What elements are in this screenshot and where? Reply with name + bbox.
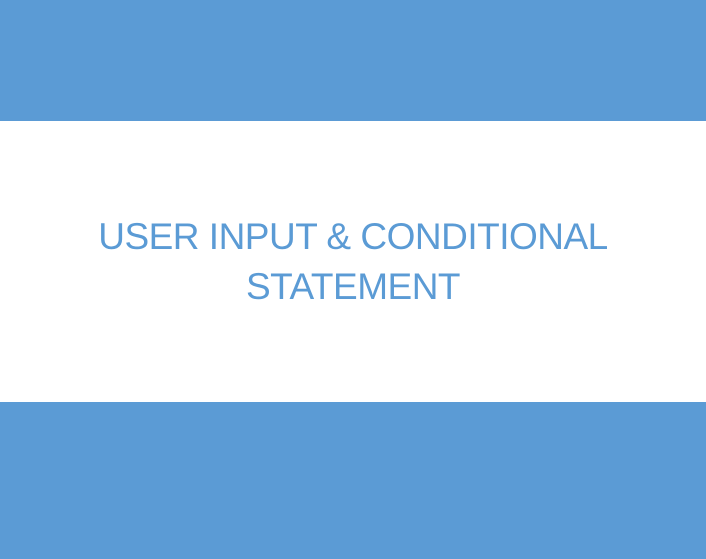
top-color-band — [0, 0, 706, 121]
title-line-2: STATEMENT — [245, 266, 461, 307]
bottom-color-band — [0, 402, 706, 559]
title-line-1: USER INPUT & CONDITIONAL — [98, 216, 608, 257]
page-title: USER INPUT & CONDITIONAL STATEMENT — [0, 212, 706, 312]
title-page: USER INPUT & CONDITIONAL STATEMENT — [0, 0, 706, 559]
